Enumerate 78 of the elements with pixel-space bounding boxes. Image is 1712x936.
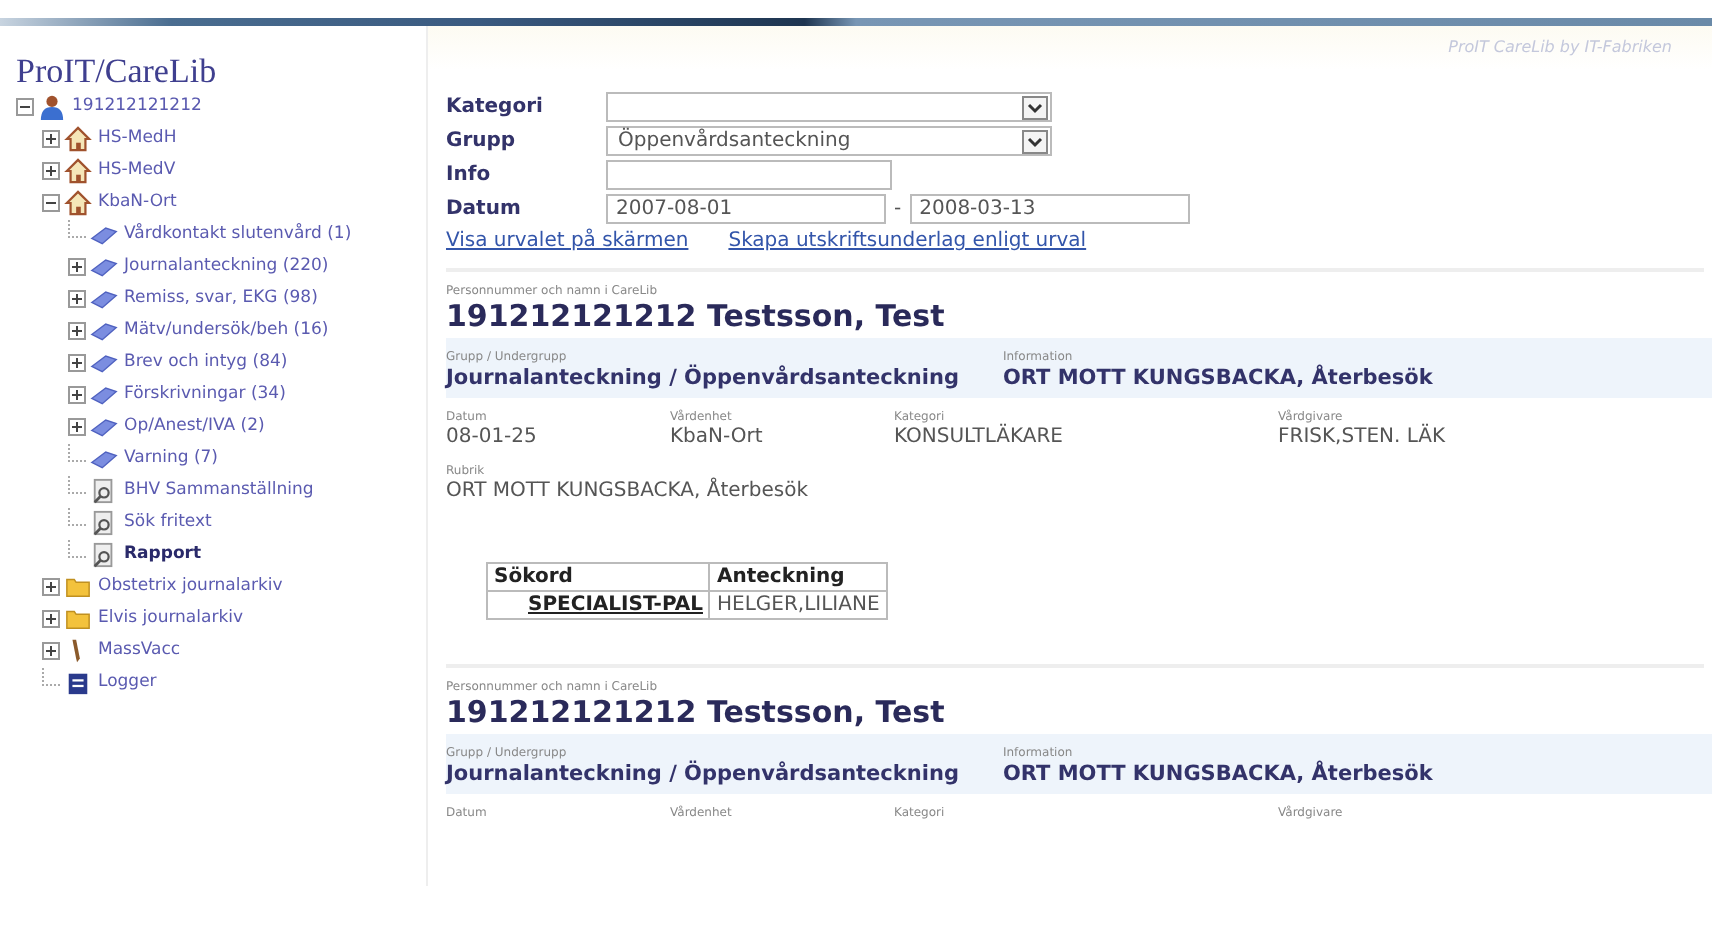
collapse-toggle-icon[interactable] [16, 97, 34, 115]
expand-toggle-icon[interactable] [68, 321, 86, 339]
tree-item[interactable]: Vårdkontakt slutenvård (1) [124, 224, 352, 244]
field-value: ORT MOTT KUNGSBACKA, Återbesök [1002, 762, 1433, 786]
input-field[interactable] [606, 160, 892, 190]
tree-item[interactable]: MassVacc [98, 640, 181, 660]
tree-item[interactable]: 191212121212 [72, 96, 202, 116]
tree-item[interactable]: KbaN-Ort [98, 192, 177, 212]
expand-toggle-icon[interactable] [68, 385, 86, 403]
field-value: FRISK,STEN. LÄK [1278, 426, 1448, 448]
app-title: ProIT/CareLib [16, 54, 219, 90]
date-field[interactable]: 2007-08-01 [606, 194, 886, 224]
expand-toggle-icon[interactable] [68, 353, 86, 371]
patient-name: 191212121212 Testsson, Test [446, 696, 947, 730]
table-cell: SPECIALIST-PAL [487, 591, 710, 619]
dropdown[interactable]: Öppenvårdsanteckning [606, 126, 1052, 156]
house-icon [64, 157, 92, 183]
field-label: Grupp [446, 128, 518, 156]
tree-item[interactable]: HS-MedH [98, 128, 177, 148]
collapse-toggle-icon[interactable] [42, 193, 60, 211]
diamond-icon [90, 221, 118, 247]
expand-toggle-icon[interactable] [42, 161, 60, 179]
date-field[interactable]: 2008-03-13 [909, 194, 1190, 224]
field-value: Journalanteckning / Öppenvårdsanteckning [446, 762, 959, 786]
tree-item[interactable]: Varning (7) [124, 448, 218, 468]
credit-text: ProIT CareLib by IT-Fabriken [1448, 36, 1672, 60]
diamond-icon [90, 349, 118, 375]
tree-item[interactable]: HS-MedV [98, 160, 176, 180]
column-header: Anteckning [709, 563, 887, 591]
tree-item[interactable]: Op/Anest/IVA (2) [124, 416, 265, 436]
person-icon [38, 93, 66, 119]
field-value: KONSULTLÄKARE [894, 426, 1065, 448]
tree-item[interactable]: BHV Sammanställning [124, 480, 314, 500]
expand-toggle-icon[interactable] [68, 289, 86, 307]
diamond-icon [90, 285, 118, 311]
document-magnifier-icon [90, 541, 118, 567]
tree-item[interactable]: Sök fritext [124, 512, 212, 532]
diamond-icon [90, 413, 118, 439]
field-value: Journalanteckning / Öppenvårdsanteckning [446, 366, 959, 390]
tree-item[interactable]: Logger [98, 672, 157, 692]
expand-toggle-icon[interactable] [42, 129, 60, 147]
tree-item[interactable]: Förskrivningar (34) [124, 384, 286, 404]
diamond-icon [90, 253, 118, 279]
tree-item[interactable]: Brev och intyg (84) [124, 352, 288, 372]
link[interactable]: Visa urvalet på skärmen [446, 230, 689, 252]
folder-icon [64, 605, 92, 631]
expand-toggle-icon[interactable] [68, 257, 86, 275]
diamond-icon [90, 381, 118, 407]
document-icon [64, 669, 92, 695]
diamond-icon [90, 317, 118, 343]
field-label: Info [446, 162, 493, 190]
range-separator: - [894, 198, 902, 220]
diamond-icon [90, 445, 118, 471]
patient-name: 191212121212 Testsson, Test [446, 300, 947, 334]
expand-toggle-icon[interactable] [42, 641, 60, 659]
tree-item[interactable]: Mätv/undersök/beh (16) [124, 320, 329, 340]
document-magnifier-icon [90, 509, 118, 535]
tree-item[interactable]: Obstetrix journalarkiv [98, 576, 283, 596]
tree-item[interactable]: Rapport [124, 544, 202, 564]
field-label: Kategori [446, 94, 545, 122]
field-value: ORT MOTT KUNGSBACKA, Återbesök [446, 480, 811, 502]
field-value: 08-01-25 [446, 426, 539, 448]
link[interactable]: Skapa utskriftsunderlag enligt urval [728, 230, 1087, 252]
table-cell: HELGER,LILIANE [709, 591, 887, 619]
tree-item[interactable]: Elvis journalarkiv [98, 608, 244, 628]
column-header: Sökord [487, 563, 710, 591]
expand-toggle-icon[interactable] [42, 577, 60, 595]
expand-toggle-icon[interactable] [68, 417, 86, 435]
tree-item[interactable]: Remiss, svar, EKG (98) [124, 288, 318, 308]
document-magnifier-icon [90, 477, 118, 503]
expand-toggle-icon[interactable] [42, 609, 60, 627]
tree-item[interactable]: Journalanteckning (220) [124, 256, 329, 276]
house-icon [64, 125, 92, 151]
field-label: Datum [446, 196, 523, 224]
house-icon [64, 189, 92, 215]
field-value: KbaN-Ort [670, 426, 765, 448]
field-value: ORT MOTT KUNGSBACKA, Återbesök [1002, 366, 1433, 390]
folder-icon [64, 573, 92, 599]
